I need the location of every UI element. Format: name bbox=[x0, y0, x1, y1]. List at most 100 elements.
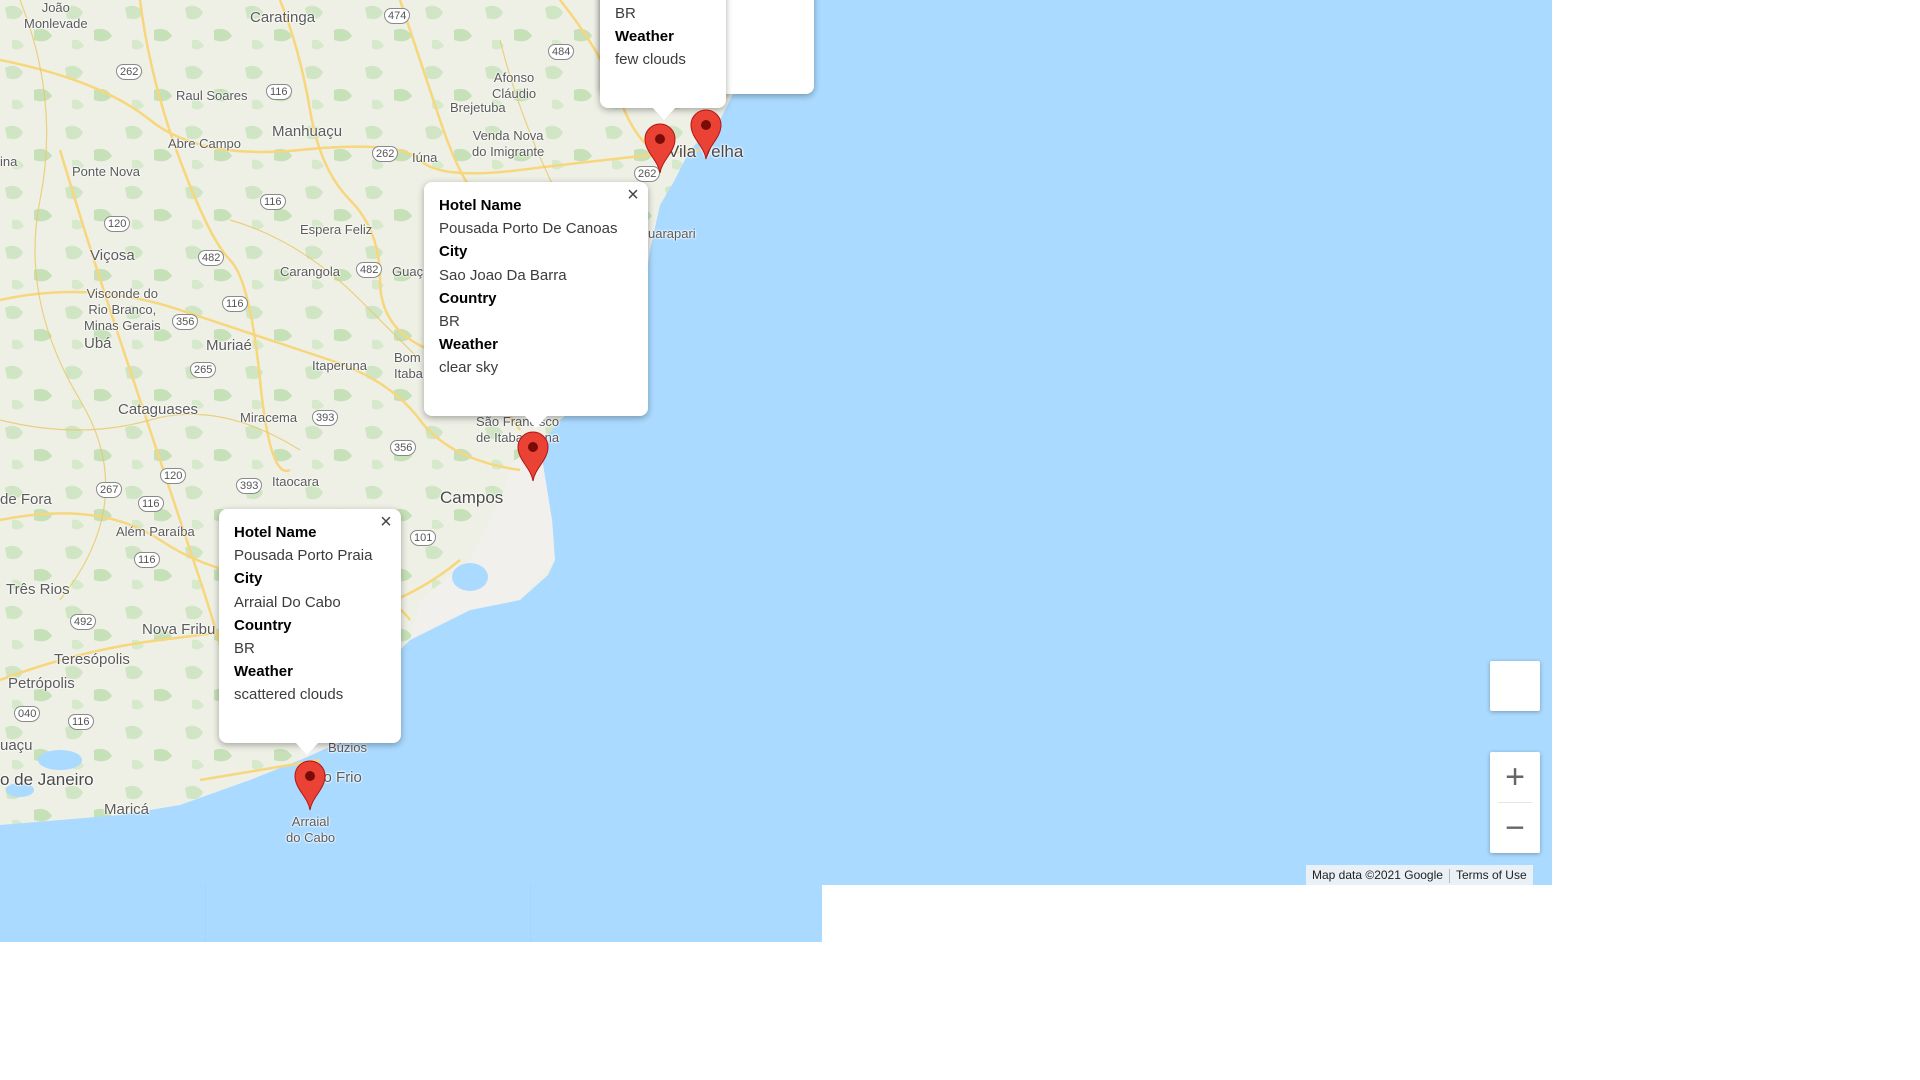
place-label-itaperuna: Itaperuna bbox=[312, 358, 367, 373]
place-label-espera-feliz: Espera Feliz bbox=[300, 222, 373, 237]
city-label: City bbox=[439, 243, 468, 261]
road-shield: 262 bbox=[372, 146, 399, 162]
road-shield: 116 bbox=[68, 714, 94, 730]
map-marker-icon[interactable] bbox=[643, 122, 677, 174]
hotel-name-value: Pousada Porto Praia bbox=[234, 547, 373, 565]
place-label-rio-de-janeiro: o de Janeiro bbox=[0, 770, 94, 789]
terms-of-use-link[interactable]: Terms of Use bbox=[1450, 865, 1533, 885]
info-window-sao-joao-da-barra: × Hotel Name Pousada Porto De Canoas Cit… bbox=[424, 182, 648, 428]
place-label-joao-monlevade: João Monlevade bbox=[24, 0, 88, 31]
road-shield: 482 bbox=[356, 262, 383, 278]
road-shield: 120 bbox=[160, 468, 187, 484]
place-label-carangola: Carangola bbox=[280, 264, 340, 279]
place-label-tres-rios: Três Rios bbox=[6, 581, 70, 598]
weather-value: clear sky bbox=[439, 359, 499, 377]
map-marker-icon[interactable] bbox=[293, 759, 327, 811]
road-shield: 474 bbox=[384, 8, 411, 24]
place-label-arraial-do-cabo: Arraial do Cabo bbox=[286, 814, 336, 845]
place-label-campos: Campos bbox=[440, 488, 504, 507]
place-label-visconde-rio-branco: Visconde do Rio Branco, Minas Gerais bbox=[84, 286, 161, 333]
place-label-cataguases: Cataguases bbox=[118, 401, 199, 418]
place-label-manhuacu: Manhuaçu bbox=[272, 123, 343, 140]
place-label-teresopolis: Teresópolis bbox=[54, 651, 130, 668]
place-label-petropolis: Petrópolis bbox=[8, 675, 75, 692]
map-attribution: Map data ©2021 Google Terms of Use bbox=[1306, 865, 1533, 885]
place-label-ponte-nova: Ponte Nova bbox=[72, 164, 140, 179]
info-window-top: BR Weather few clouds bbox=[600, 0, 726, 120]
country-label: Country bbox=[234, 616, 292, 634]
place-label-alem-paraiba: Além Paraíba bbox=[116, 524, 195, 539]
road-shield: 393 bbox=[236, 478, 263, 494]
map-canvas[interactable]: João Monlevade Caratinga Raul Soares Man… bbox=[0, 0, 1552, 885]
hotel-name-label: Hotel Name bbox=[234, 524, 317, 541]
road-shield: 262 bbox=[116, 64, 143, 80]
map-marker-icon[interactable] bbox=[516, 430, 550, 482]
place-label-afonso-claudio: Afonso Cláudio bbox=[492, 70, 537, 101]
road-shield: 393 bbox=[312, 410, 339, 426]
info-window-tail bbox=[295, 742, 319, 755]
road-shield: 116 bbox=[266, 84, 292, 100]
place-label-guarapari: uarapari bbox=[648, 226, 696, 241]
place-label-uba: Ubá bbox=[84, 335, 112, 352]
info-window-tail bbox=[524, 415, 548, 428]
place-label-guacui: Guaç bbox=[392, 264, 424, 279]
zoom-in-button[interactable]: + bbox=[1490, 752, 1540, 802]
country-value: BR bbox=[439, 313, 460, 331]
road-shield: 356 bbox=[390, 440, 417, 456]
road-shield: 356 bbox=[172, 314, 199, 330]
place-label-muriae: Muriaé bbox=[206, 337, 252, 354]
place-label-caratinga: Caratinga bbox=[250, 9, 316, 26]
page: João Monlevade Caratinga Raul Soares Man… bbox=[0, 0, 1920, 1080]
map-tile-strip bbox=[0, 880, 822, 942]
map-marker-icon[interactable] bbox=[689, 108, 723, 160]
place-label-ina: ina bbox=[0, 154, 18, 169]
road-shield: 116 bbox=[260, 194, 286, 210]
hotel-name-value: Pousada Porto De Canoas bbox=[439, 220, 618, 238]
place-label-venda-nova: Venda Nova do Imigrante bbox=[472, 128, 545, 159]
city-value: Sao Joao Da Barra bbox=[439, 266, 567, 284]
place-label-bom-itabapoana: Bom Itaba bbox=[394, 350, 423, 381]
country-value: BR bbox=[234, 640, 255, 658]
place-label-marica: Maricá bbox=[104, 801, 150, 818]
road-shield: 120 bbox=[104, 216, 131, 232]
map-base-layer bbox=[0, 0, 740, 825]
road-shield: 267 bbox=[96, 482, 123, 498]
street-view-button[interactable] bbox=[1490, 661, 1540, 711]
info-window-arraial-do-cabo: × Hotel Name Pousada Porto Praia City Ar… bbox=[219, 509, 401, 755]
road-shield: 116 bbox=[222, 296, 248, 312]
info-window-tail bbox=[652, 107, 676, 120]
road-shield: 484 bbox=[548, 44, 575, 60]
weather-value: few clouds bbox=[615, 51, 686, 69]
road-shield: 116 bbox=[138, 496, 164, 512]
close-icon[interactable]: × bbox=[377, 512, 395, 532]
road-shield: 040 bbox=[14, 706, 41, 722]
road-shield: 101 bbox=[410, 530, 437, 546]
place-label-nova-friburgo: Nova Fribu bbox=[142, 621, 216, 638]
road-shield: 482 bbox=[198, 250, 225, 266]
place-label-iacu: uaçu bbox=[0, 737, 33, 754]
weather-label: Weather bbox=[234, 663, 293, 681]
place-label-iuna: Iúna bbox=[412, 150, 438, 165]
place-label-abre-campo: Abre Campo bbox=[168, 136, 241, 151]
place-label-itaocara: Itaocara bbox=[272, 474, 319, 489]
place-label-miracema: Miracema bbox=[240, 410, 298, 425]
close-icon[interactable]: × bbox=[624, 185, 642, 205]
hotel-name-label: Hotel Name bbox=[439, 197, 522, 214]
zoom-out-button[interactable]: − bbox=[1490, 803, 1540, 853]
country-value: BR bbox=[615, 5, 636, 22]
place-label-vicosa: Viçosa bbox=[90, 247, 135, 264]
weather-value: scattered clouds bbox=[234, 686, 344, 704]
place-label-brejetuba: Brejetuba bbox=[450, 100, 506, 115]
city-value: Arraial Do Cabo bbox=[234, 593, 341, 611]
road-shield: 116 bbox=[134, 552, 160, 568]
weather-label: Weather bbox=[615, 28, 674, 46]
country-label: Country bbox=[439, 289, 497, 307]
weather-label: Weather bbox=[439, 336, 498, 354]
map-data-text: Map data ©2021 Google bbox=[1312, 868, 1443, 882]
zoom-control: + − bbox=[1490, 752, 1540, 853]
city-label: City bbox=[234, 570, 263, 588]
place-label-raul-soares: Raul Soares bbox=[176, 88, 248, 103]
place-label-de-fora: de Fora bbox=[0, 491, 52, 508]
road-shield: 492 bbox=[70, 614, 97, 630]
road-shield: 265 bbox=[190, 362, 217, 378]
